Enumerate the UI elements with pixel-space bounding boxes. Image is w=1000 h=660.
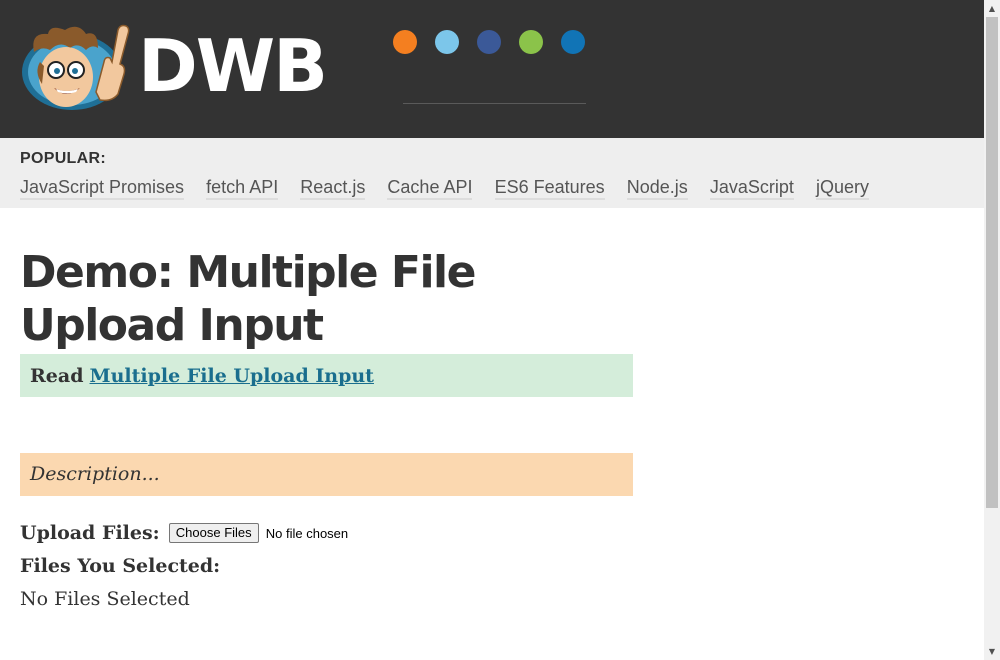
read-article-link[interactable]: Multiple File Upload Input xyxy=(90,365,374,387)
upload-label: Upload Files: xyxy=(20,522,160,544)
no-file-chosen-text: No file chosen xyxy=(265,525,349,541)
popular-link-cache-api[interactable]: Cache API xyxy=(387,176,473,200)
popular-bar: POPULAR: JavaScript Promises fetch API R… xyxy=(0,138,984,208)
page-title: Demo: Multiple File Upload Input xyxy=(20,247,476,351)
files-selected-label: Files You Selected: xyxy=(20,555,221,577)
description-box: Description... xyxy=(20,453,633,496)
scroll-down-icon[interactable]: ▼ xyxy=(984,643,1000,660)
header-divider xyxy=(403,103,586,104)
read-article-box: Read Multiple File Upload Input xyxy=(20,354,633,397)
navy-dot[interactable] xyxy=(477,30,501,54)
popular-link-javascript[interactable]: JavaScript xyxy=(709,176,794,200)
scrollbar-thumb[interactable] xyxy=(986,17,998,508)
popular-link-javascript-promises[interactable]: JavaScript Promises xyxy=(20,176,185,200)
site-header: DWB xyxy=(0,0,984,138)
cartoon-developer-mascot-icon[interactable] xyxy=(20,22,135,112)
files-selected-value: No Files Selected xyxy=(20,588,190,610)
popular-links: JavaScript Promises fetch API React.js C… xyxy=(20,176,886,200)
read-label: Read xyxy=(30,365,84,387)
popular-label: POPULAR: xyxy=(20,150,106,167)
light-blue-dot[interactable] xyxy=(435,30,459,54)
choose-files-button[interactable]: Choose Files xyxy=(168,523,259,543)
popular-link-es6-features[interactable]: ES6 Features xyxy=(494,176,605,200)
page-scrollbar[interactable]: ▲ ▼ xyxy=(984,0,1000,660)
brand-wordmark[interactable]: DWB xyxy=(138,20,328,112)
popular-link-react[interactable]: React.js xyxy=(300,176,366,200)
popular-link-fetch-api[interactable]: fetch API xyxy=(206,176,279,200)
orange-dot[interactable] xyxy=(393,30,417,54)
scroll-up-icon[interactable]: ▲ xyxy=(984,0,1000,17)
blue-dot[interactable] xyxy=(561,30,585,54)
popular-link-nodejs[interactable]: Node.js xyxy=(626,176,688,200)
green-dot[interactable] xyxy=(519,30,543,54)
upload-row: Upload Files: Choose Files No file chose… xyxy=(20,522,348,548)
popular-link-jquery[interactable]: jQuery xyxy=(816,176,870,200)
